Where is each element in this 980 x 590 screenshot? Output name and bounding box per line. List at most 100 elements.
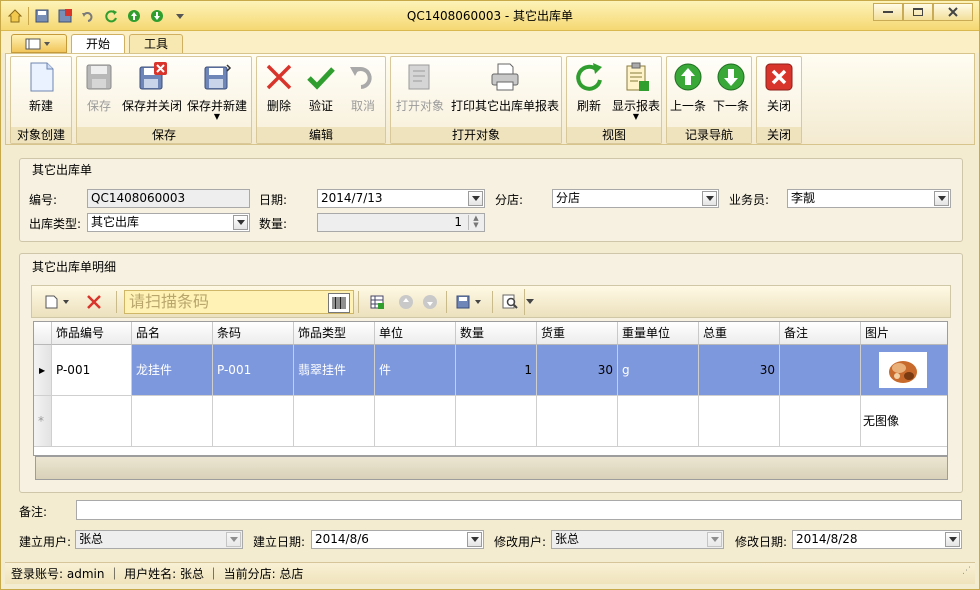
chevron-down-icon[interactable] [233,215,248,230]
window-close-button[interactable] [933,3,973,21]
move-down-icon[interactable] [420,291,440,313]
delete-row-button[interactable] [82,291,106,313]
date-field[interactable]: 2014/7/13 [317,189,485,208]
row-indicator-icon[interactable]: ▶ [34,345,52,396]
table-cell[interactable] [294,396,375,447]
chevron-down-icon[interactable] [468,191,483,206]
create-date-field[interactable]: 2014/8/6 [311,530,484,549]
table-cell[interactable]: 1 [456,345,537,396]
product-thumbnail [879,352,927,388]
tab-start[interactable]: 开始 [71,34,126,54]
table-cell[interactable] [780,345,861,396]
column-header[interactable]: 数量 [456,322,537,345]
table-cell[interactable]: 件 [375,345,456,396]
table-cell[interactable]: P-001 [213,345,294,396]
table-cell[interactable]: P-001 [52,345,132,396]
app-menu-button[interactable] [11,34,67,53]
save-close-icon[interactable] [55,6,75,26]
chevron-down-icon[interactable] [945,532,960,547]
column-header[interactable]: 饰品编号 [52,322,132,345]
number-field[interactable]: QC1408060003 [87,189,250,208]
column-header[interactable]: 品名 [132,322,213,345]
save-and-close-button[interactable]: 保存并关闭 [121,59,183,127]
table-cell[interactable] [375,396,456,447]
salesman-select[interactable]: 李靓 [787,189,951,208]
table-cell[interactable] [52,396,132,447]
table-cell[interactable]: 翡翠挂件 [294,345,375,396]
barcode-scan-input[interactable]: 请扫描条码 [124,290,354,314]
home-icon[interactable] [5,6,25,26]
column-header[interactable]: 重量单位 [618,322,699,345]
stepper-arrows-icon[interactable]: ▲ ▼ [468,215,483,230]
minimize-button[interactable] [873,3,903,21]
qty-stepper[interactable]: 1 ▲ ▼ [317,213,485,232]
status-text: 登录账号: admin ｜ 用户姓名: 张总 ｜ 当前分店: 总店 [11,567,304,581]
chevron-down-icon[interactable] [707,532,722,547]
previous-record-button[interactable]: 上一条 [667,59,709,127]
chevron-down-icon[interactable] [702,191,717,206]
undo-icon[interactable] [78,6,98,26]
table-cell[interactable] [861,345,947,396]
close-button[interactable]: 关闭 [759,59,799,127]
table-cell[interactable]: 龙挂件 [132,345,213,396]
table-cell[interactable] [780,396,861,447]
table-cell[interactable] [456,396,537,447]
move-up-icon[interactable] [396,291,416,313]
table-cell[interactable]: 30 [537,345,618,396]
modifier-label: 修改用户: [494,535,547,549]
next-record-button[interactable]: 下一条 [710,59,752,127]
chevron-down-icon[interactable] [934,191,949,206]
verify-button[interactable]: 验证 [301,59,341,127]
column-header[interactable]: 备注 [780,322,861,345]
save-grid-icon[interactable] [452,291,488,313]
column-header[interactable]: 总重 [699,322,780,345]
modify-date-field[interactable]: 2014/8/28 [792,530,962,549]
column-header[interactable]: 图片 [861,322,947,345]
save-icon[interactable] [32,6,52,26]
save-button[interactable]: 保存 [79,59,119,127]
row-indicator-header [34,322,52,345]
chevron-down-icon[interactable] [467,532,482,547]
creator-select[interactable]: 张总 [75,530,243,549]
resize-grip-icon[interactable]: ⋰ [962,560,971,582]
table-cell[interactable] [699,396,780,447]
customize-qat-icon[interactable] [170,6,190,26]
refresh-button[interactable]: 刷新 [569,59,609,127]
chevron-down-icon[interactable] [226,532,241,547]
table-cell[interactable]: g [618,345,699,396]
arrow-down-icon[interactable] [147,6,167,26]
table-cell[interactable]: 30 [699,345,780,396]
refresh-icon[interactable] [101,6,121,26]
type-select[interactable]: 其它出库 [87,213,250,232]
table-cell[interactable] [132,396,213,447]
detail-panel-title: 其它出库单明细 [30,258,119,275]
add-row-button[interactable] [40,291,74,313]
open-object-button[interactable]: 打开对象 [393,59,447,127]
column-header[interactable]: 条码 [213,322,294,345]
new-button[interactable]: 新建 [15,59,67,127]
print-report-button[interactable]: 打印其它出库单报表 [449,59,561,127]
branch-select[interactable]: 分店 [552,189,719,208]
table-cell[interactable] [213,396,294,447]
table-cell[interactable] [537,396,618,447]
check-icon [305,61,337,93]
maximize-button[interactable] [903,3,933,21]
remark-input[interactable] [76,500,962,520]
new-row-indicator-icon[interactable]: * [34,396,52,447]
delete-button[interactable]: 删除 [259,59,299,127]
column-header[interactable]: 单位 [375,322,456,345]
barcode-icon[interactable] [328,293,350,313]
tab-tools[interactable]: 工具 [129,34,184,54]
save-and-new-button[interactable]: 保存并新建 ▼ [185,59,249,127]
order-panel-title: 其它出库单 [30,161,95,178]
cancel-button[interactable]: 取消 [343,59,383,127]
modifier-select[interactable]: 张总 [551,530,724,549]
column-header[interactable]: 货重 [537,322,618,345]
export-grid-icon[interactable] [366,291,388,313]
search-icon[interactable] [498,291,522,313]
arrow-up-icon[interactable] [124,6,144,26]
table-cell[interactable] [618,396,699,447]
toolbar-overflow-icon[interactable] [524,289,534,315]
column-header[interactable]: 饰品类型 [294,322,375,345]
show-report-button[interactable]: 显示报表 ▼ [611,59,661,127]
